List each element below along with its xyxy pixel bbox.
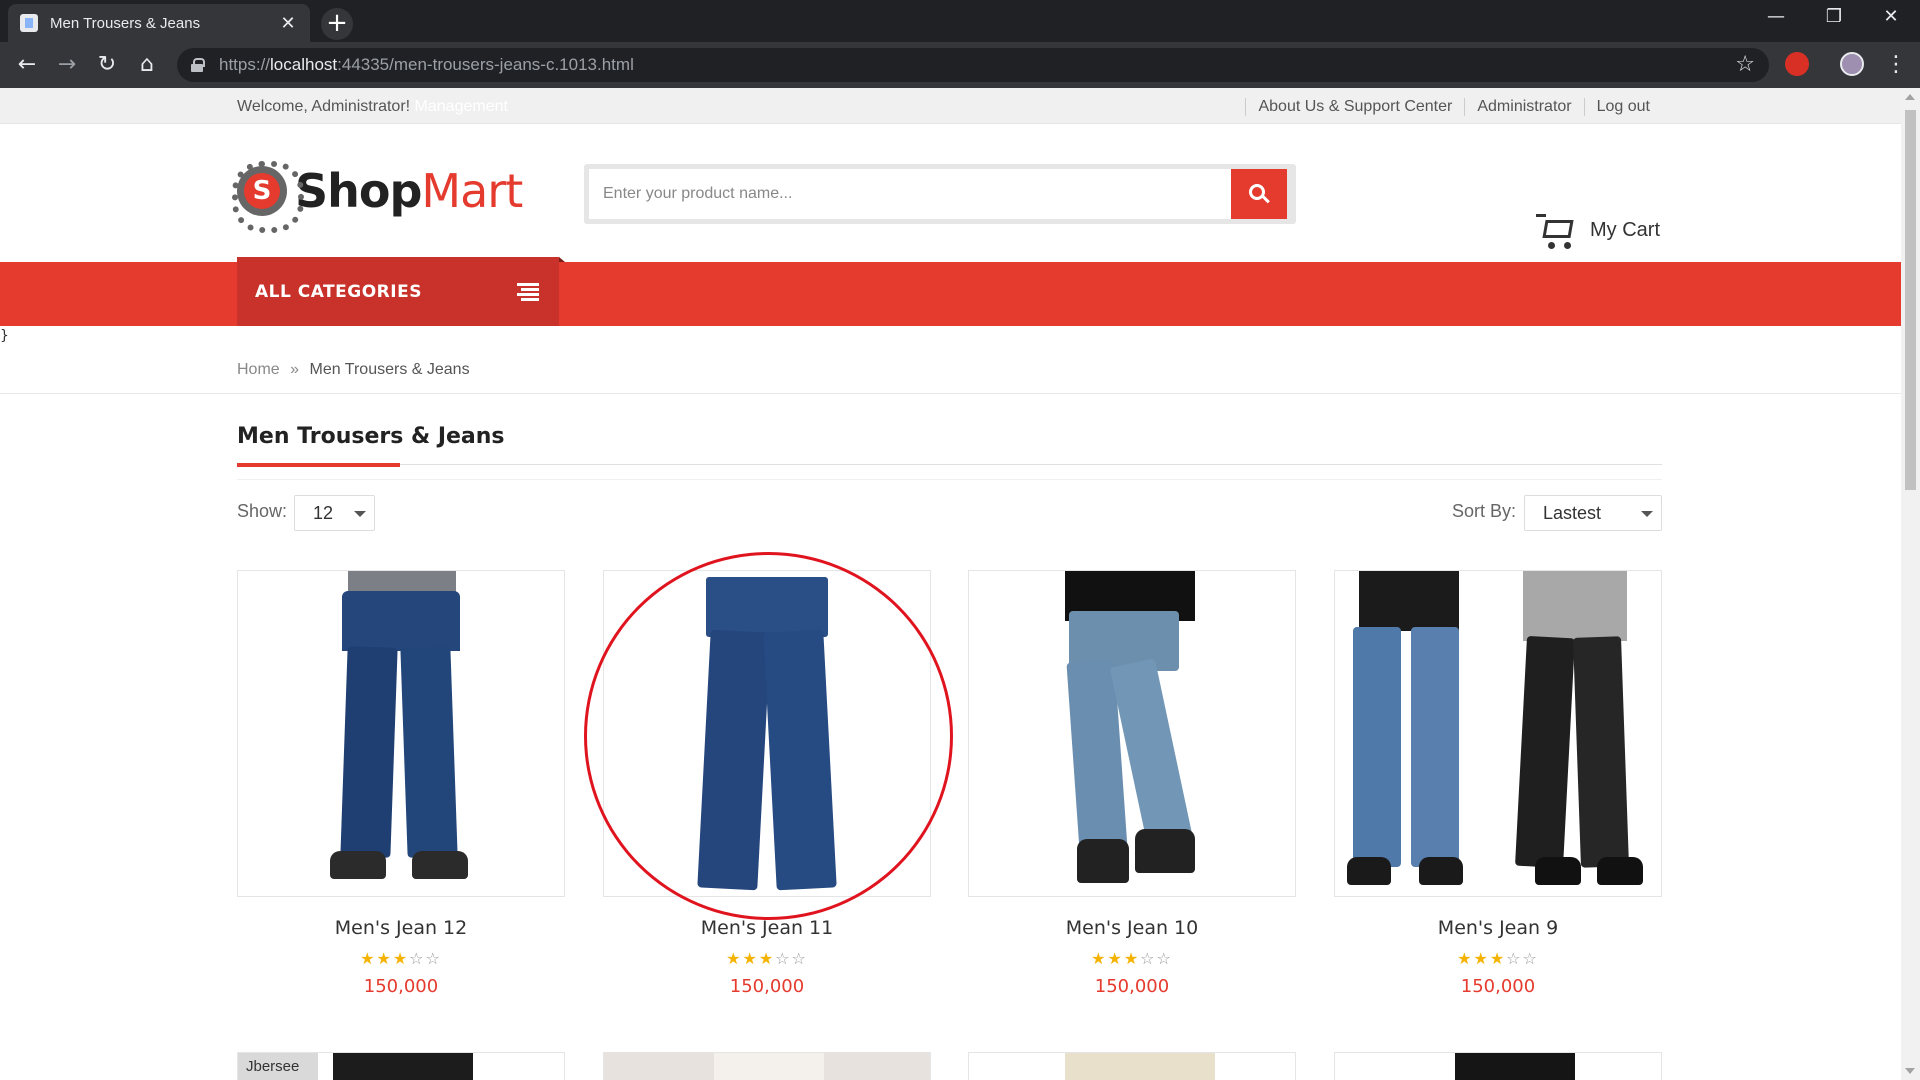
product-card[interactable] (1334, 1052, 1662, 1080)
product-card[interactable]: Men's Jean 11 ★★★☆☆ 150,000 (603, 570, 931, 997)
reload-icon[interactable]: ↻ (93, 51, 121, 79)
scroll-thumb[interactable] (1905, 110, 1916, 490)
cart-label: My Cart (1590, 218, 1660, 241)
all-categories-label: ALL CATEGORIES (255, 281, 422, 302)
product-image[interactable] (968, 570, 1296, 897)
product-name[interactable]: Men's Jean 12 (237, 917, 565, 939)
browser-menu-icon[interactable]: ⋮ (1882, 51, 1910, 79)
title-divider (237, 464, 1662, 465)
product-card[interactable]: Men's Jean 10 ★★★☆☆ 150,000 (968, 570, 1296, 997)
chevron-down-icon (354, 511, 366, 517)
tab-close-icon[interactable]: ✕ (278, 13, 298, 34)
scroll-up-icon[interactable] (1905, 94, 1915, 100)
browser-toolbar: ← → ↻ ⌂ https://localhost:44335/men-trou… (0, 42, 1920, 88)
divider (0, 393, 1901, 394)
page-title: Men Trousers & Jeans (237, 424, 505, 449)
back-icon[interactable]: ← (13, 51, 41, 79)
top-links: About Us & Support Center Administrator … (1245, 98, 1662, 116)
search-input[interactable] (589, 169, 1231, 219)
scroll-down-icon[interactable] (1905, 1068, 1915, 1074)
management-link[interactable]: Management (415, 98, 508, 115)
browser-tab[interactable]: Men Trousers & Jeans ✕ (8, 4, 310, 42)
product-name[interactable]: Men's Jean 10 (968, 917, 1296, 939)
profile-avatar-icon[interactable] (1840, 52, 1864, 76)
product-image[interactable] (237, 570, 565, 897)
product-price: 150,000 (1460, 976, 1536, 997)
product-card[interactable]: Men's Jean 12 ★★★☆☆ 150,000 (237, 570, 565, 997)
shopmart-logo[interactable]: S ShopMart (232, 161, 523, 233)
home-icon[interactable]: ⌂ (133, 51, 161, 79)
main-nav: ALL CATEGORIES (0, 257, 1901, 326)
sort-label: Sort By: (1452, 501, 1517, 521)
minimize-icon[interactable]: — (1756, 6, 1796, 27)
sort-select[interactable]: Lastest (1524, 495, 1662, 531)
product-card[interactable]: Men's Jean 9 ★★★☆☆ 150,000 (1334, 570, 1662, 997)
product-name[interactable]: Men's Jean 11 (603, 917, 931, 939)
product-image[interactable] (603, 570, 931, 897)
new-tab-button[interactable]: + (321, 8, 353, 40)
product-price: 150,000 (363, 976, 439, 997)
breadcrumb: Home » Men Trousers & Jeans (237, 361, 470, 378)
product-price: 150,000 (729, 976, 805, 997)
top-bar: Welcome, Administrator! Management About… (0, 88, 1901, 124)
breadcrumb-current: Men Trousers & Jeans (309, 361, 470, 378)
product-rating: ★★★☆☆ (726, 949, 808, 968)
product-image[interactable] (1334, 570, 1662, 897)
logout-link[interactable]: Log out (1583, 98, 1662, 116)
product-price: 150,000 (1094, 976, 1170, 997)
product-card[interactable] (603, 1052, 931, 1080)
administrator-link[interactable]: Administrator (1464, 98, 1583, 116)
tab-title: Men Trousers & Jeans (50, 14, 201, 32)
product-brand-label: Jbersee (238, 1053, 318, 1080)
restore-icon[interactable]: ❐ (1814, 6, 1854, 27)
product-name[interactable]: Men's Jean 9 (1334, 917, 1662, 939)
product-rating: ★★★☆☆ (360, 949, 442, 968)
lock-icon (191, 58, 205, 72)
close-window-icon[interactable]: ✕ (1871, 6, 1911, 27)
show-select[interactable]: 12 (294, 495, 375, 531)
bookmark-star-icon[interactable]: ☆ (1735, 52, 1755, 77)
page-favicon-icon (20, 14, 38, 32)
about-support-link[interactable]: About Us & Support Center (1245, 98, 1464, 116)
chevron-down-icon (1641, 511, 1653, 517)
show-label: Show: (237, 501, 288, 521)
cart-icon (1536, 210, 1576, 250)
breadcrumb-home[interactable]: Home (237, 361, 280, 378)
extension-icon[interactable] (1785, 52, 1809, 76)
page-viewport: Welcome, Administrator! Management About… (0, 88, 1901, 1080)
address-bar[interactable]: https://localhost:44335/men-trousers-jea… (177, 48, 1769, 82)
logo-gear-icon: S (232, 161, 304, 233)
product-rating: ★★★☆☆ (1091, 949, 1173, 968)
search-button[interactable] (1231, 169, 1287, 219)
all-categories-button[interactable]: ALL CATEGORIES (237, 257, 565, 326)
title-underline (237, 463, 400, 467)
menu-lines-icon (517, 282, 539, 301)
browser-titlebar: Men Trousers & Jeans ✕ + — ❐ ✕ (0, 0, 1920, 42)
product-card[interactable]: Jbersee (237, 1052, 565, 1080)
forward-icon[interactable]: → (53, 51, 81, 79)
my-cart[interactable]: My Cart (1536, 210, 1660, 250)
welcome-message: Welcome, Administrator! Management (237, 98, 508, 115)
product-card[interactable] (968, 1052, 1296, 1080)
page-scrollbar[interactable] (1901, 88, 1920, 1080)
stray-text: } (0, 328, 9, 344)
product-rating: ★★★☆☆ (1457, 949, 1539, 968)
search-bar (584, 164, 1296, 224)
toolbar-divider (237, 479, 1662, 480)
url-text: https://localhost:44335/men-trousers-jea… (219, 55, 634, 74)
